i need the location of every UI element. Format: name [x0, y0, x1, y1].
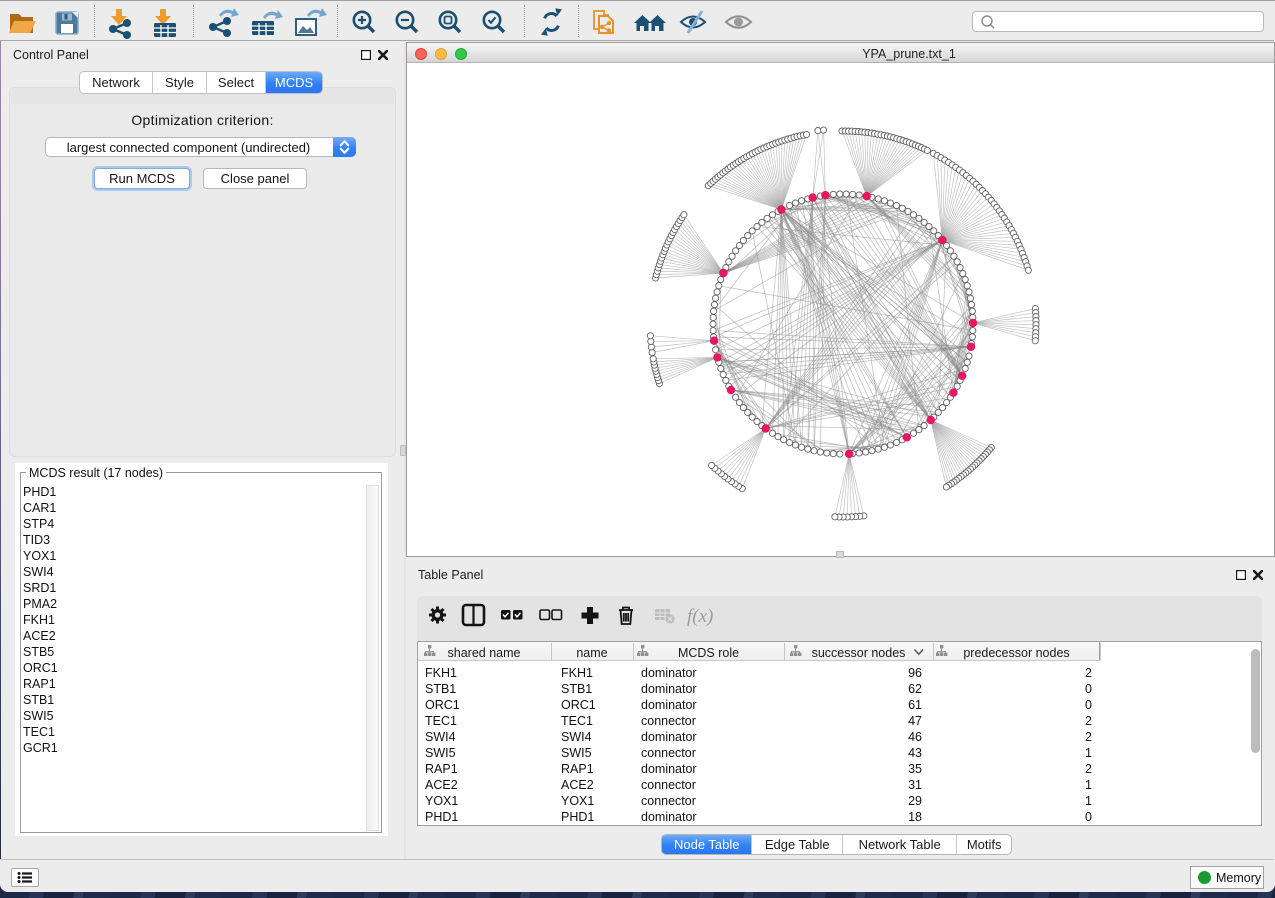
svg-text:f(x): f(x): [687, 606, 713, 627]
